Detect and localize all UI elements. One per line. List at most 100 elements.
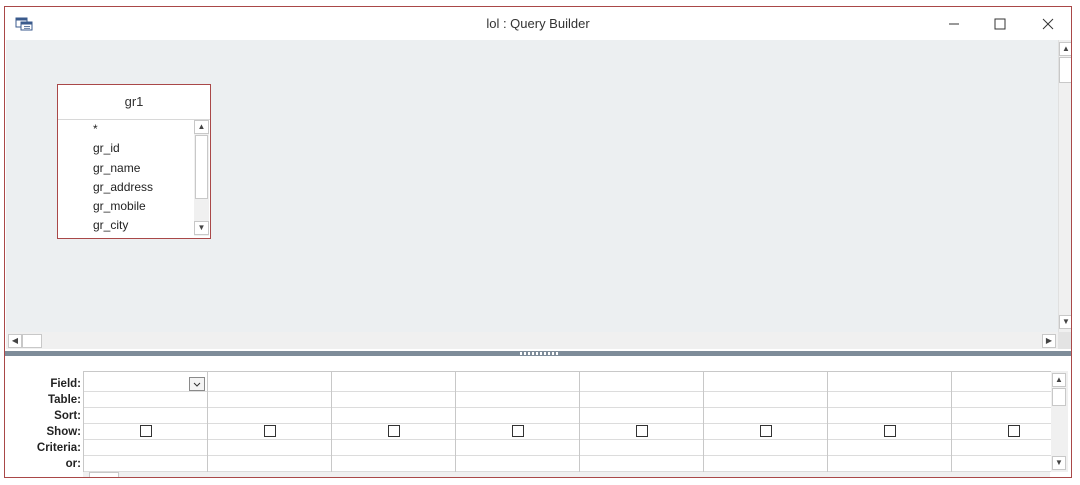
field-cell[interactable] [952,376,1051,392]
maximize-button[interactable] [977,7,1023,40]
show-cell[interactable] [828,424,951,440]
grid-column[interactable] [84,372,208,473]
sort-cell[interactable] [208,408,331,424]
field-dropdown-button[interactable] [189,377,205,391]
show-checkbox[interactable] [264,425,276,437]
or-cell[interactable] [828,456,951,472]
design-vertical-scrollbar[interactable]: ▲ ▼ [1058,40,1071,332]
field-cell[interactable] [704,376,827,392]
or-cell[interactable] [84,456,207,472]
scroll-up-button[interactable]: ▲ [1052,373,1066,387]
field-item[interactable]: gr_city [58,216,194,235]
scroll-right-button[interactable]: ▶ [1042,334,1056,348]
criteria-cell[interactable] [208,440,331,456]
or-cell[interactable] [704,456,827,472]
show-cell[interactable] [208,424,331,440]
scroll-down-button[interactable]: ▼ [1052,456,1066,470]
table-cell[interactable] [704,392,827,408]
show-checkbox[interactable] [140,425,152,437]
sort-cell[interactable] [952,408,1051,424]
show-checkbox[interactable] [388,425,400,437]
criteria-cell[interactable] [952,440,1051,456]
scroll-up-button[interactable]: ▲ [194,120,209,134]
show-cell[interactable] [456,424,579,440]
sort-cell[interactable] [704,408,827,424]
criteria-cell[interactable] [580,440,703,456]
table-design-pane[interactable]: gr1 * gr_id gr_name gr_address gr_mobile… [6,40,1058,332]
table-cell[interactable] [84,392,207,408]
grid-column[interactable] [332,372,456,473]
criteria-cell[interactable] [332,440,455,456]
splitter-grip[interactable] [520,352,560,355]
field-item[interactable]: gr_address [58,178,194,197]
sort-cell[interactable] [580,408,703,424]
sort-cell[interactable] [332,408,455,424]
close-button[interactable] [1025,7,1071,40]
grid-column[interactable] [208,372,332,473]
table-field-list-gr1[interactable]: gr1 * gr_id gr_name gr_address gr_mobile… [57,84,211,239]
table-cell[interactable] [580,392,703,408]
scroll-left-button[interactable]: ◀ [8,334,22,348]
field-cell[interactable] [456,376,579,392]
field-item[interactable]: gr_name [58,159,194,178]
scroll-down-button[interactable]: ▼ [1059,315,1071,329]
table-cell[interactable] [208,392,331,408]
query-grid[interactable] [83,371,1051,473]
scroll-down-button[interactable]: ▼ [194,221,209,235]
show-cell[interactable] [704,424,827,440]
grid-column[interactable] [580,372,704,473]
title-bar[interactable]: lol : Query Builder [5,7,1071,40]
table-cell[interactable] [456,392,579,408]
show-cell[interactable] [332,424,455,440]
field-cell[interactable] [332,376,455,392]
or-cell[interactable] [952,456,1051,472]
show-checkbox[interactable] [636,425,648,437]
sort-cell[interactable] [828,408,951,424]
or-cell[interactable] [456,456,579,472]
grid-column[interactable] [952,372,1051,473]
scroll-thumb[interactable] [1052,388,1066,406]
scroll-thumb[interactable] [89,472,119,477]
design-horizontal-scrollbar[interactable]: ◀ ▶ [6,332,1071,349]
scroll-up-button[interactable]: ▲ [1059,42,1071,56]
table-cell[interactable] [828,392,951,408]
field-cell[interactable] [828,376,951,392]
criteria-cell[interactable] [456,440,579,456]
grid-column[interactable] [704,372,828,473]
field-cell[interactable] [84,376,207,392]
grid-horizontal-scrollbar[interactable] [83,472,1050,477]
show-checkbox[interactable] [884,425,896,437]
table-cell[interactable] [332,392,455,408]
or-cell[interactable] [208,456,331,472]
field-item[interactable]: * [58,120,194,139]
criteria-cell[interactable] [84,440,207,456]
field-item[interactable]: gr_id [58,139,194,158]
table-cell[interactable] [952,392,1051,408]
sort-cell[interactable] [84,408,207,424]
field-list-scrollbar[interactable]: ▲ ▼ [194,120,209,236]
or-cell[interactable] [332,456,455,472]
scroll-thumb[interactable] [1059,57,1071,83]
show-checkbox[interactable] [760,425,772,437]
show-checkbox[interactable] [1008,425,1020,437]
field-cell[interactable] [208,376,331,392]
show-cell[interactable] [580,424,703,440]
minimize-icon [948,18,960,30]
sort-cell[interactable] [456,408,579,424]
minimize-button[interactable] [931,7,977,40]
field-cell[interactable] [580,376,703,392]
grid-column[interactable] [456,372,580,473]
scroll-thumb[interactable] [22,334,42,348]
grid-column[interactable] [828,372,952,473]
criteria-cell[interactable] [828,440,951,456]
show-cell[interactable] [84,424,207,440]
row-label-show: Show: [46,426,82,438]
show-checkbox[interactable] [512,425,524,437]
field-item[interactable]: gr_mobile [58,197,194,216]
show-cell[interactable] [952,424,1051,440]
criteria-cell[interactable] [704,440,827,456]
grid-vertical-scrollbar[interactable]: ▲ ▼ [1051,371,1068,472]
table-name[interactable]: gr1 [58,85,210,120]
or-cell[interactable] [580,456,703,472]
scroll-thumb[interactable] [195,135,208,199]
